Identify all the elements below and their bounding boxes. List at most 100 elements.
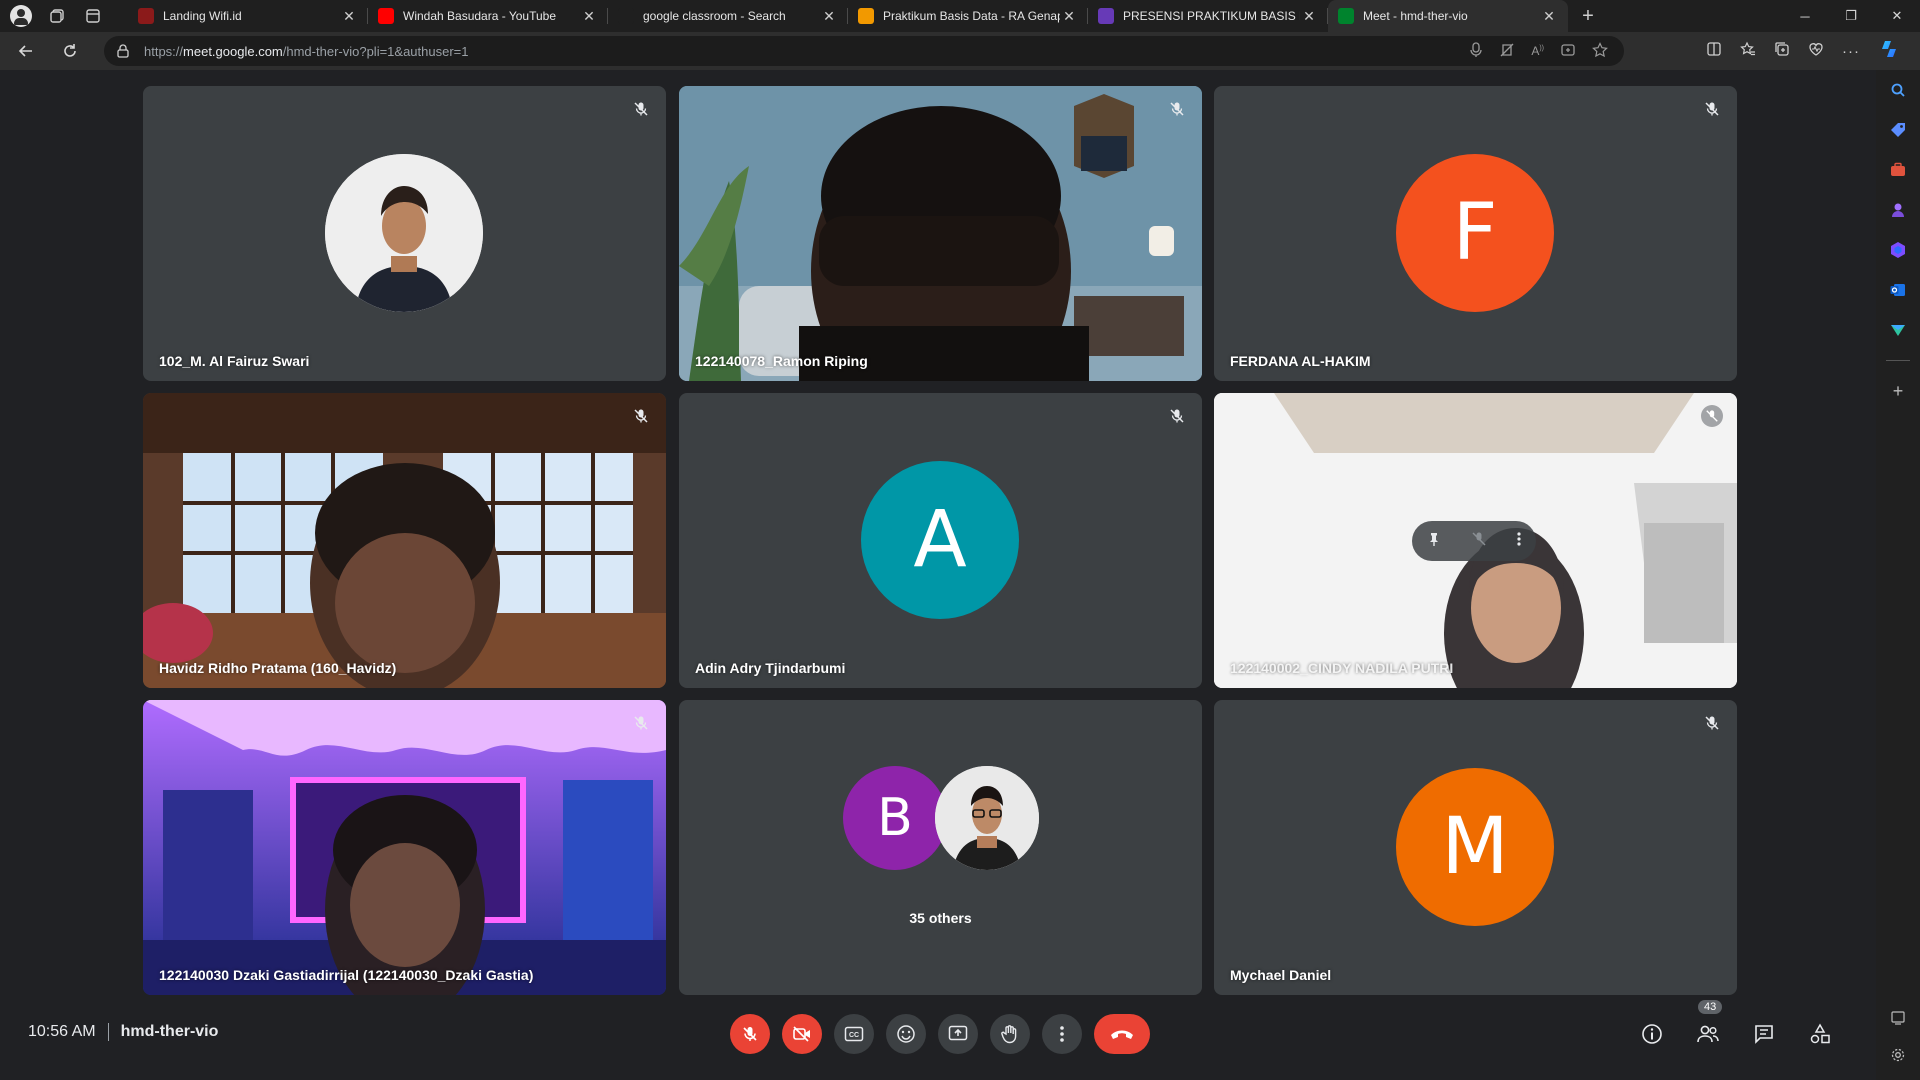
refresh-icon <box>64 44 76 57</box>
more-menu-icon[interactable]: ··· <box>1842 43 1860 60</box>
participant-video-feed <box>679 86 1202 381</box>
browser-tab-2[interactable]: Windah Basudara - YouTube ✕ <box>368 0 608 32</box>
participant-tile-3[interactable]: F FERDANA AL-HAKIM <box>1214 86 1737 381</box>
present-screen-button[interactable] <box>938 1014 978 1054</box>
favorite-star-icon[interactable] <box>1592 41 1608 61</box>
camera-blocked-icon[interactable] <box>1499 42 1515 61</box>
participant-name: Havidz Ridho Pratama (160_Havidz) <box>159 660 397 676</box>
forms-icon <box>1098 8 1114 24</box>
browser-tab-4[interactable]: Praktikum Basis Data - RA Genap ✕ <box>848 0 1088 32</box>
activities-button[interactable] <box>1804 1018 1836 1050</box>
games-icon[interactable] <box>1888 200 1908 220</box>
sidebar-add-icon[interactable]: + <box>1888 381 1908 401</box>
tab-close-icon[interactable]: ✕ <box>580 8 598 25</box>
meeting-info-divider <box>107 1023 109 1041</box>
activities-icon <box>1810 1023 1830 1044</box>
captions-button[interactable]: CC <box>834 1014 874 1054</box>
sidebar-search-icon[interactable] <box>1888 80 1908 100</box>
camera-toggle-button[interactable] <box>782 1014 822 1054</box>
participant-tile-4[interactable]: Havidz Ridho Pratama (160_Havidz) <box>143 393 666 688</box>
browser-tab-1[interactable]: Landing Wifi.id ✕ <box>128 0 368 32</box>
url-prefix: https:// <box>144 43 184 59</box>
refresh-button[interactable] <box>52 36 88 66</box>
outlook-icon[interactable] <box>1888 280 1908 300</box>
tab-list: Landing Wifi.id ✕ Windah Basudara - YouTub… <box>128 0 1568 32</box>
read-aloud-icon[interactable]: A)) <box>1531 44 1544 58</box>
svg-text:CC: CC <box>849 1032 859 1039</box>
sidebar-screenshot-icon[interactable] <box>1890 1010 1906 1029</box>
browser-tab-6[interactable]: Meet - hmd-ther-vio ✕ <box>1328 0 1568 32</box>
participant-tile-5[interactable]: A Adin Adry Tjindarbumi <box>679 393 1202 688</box>
restore-button[interactable]: ❐ <box>1828 0 1874 32</box>
browser-tab-5[interactable]: PRESENSI PRAKTIKUM BASIS DATA✕ <box>1088 0 1328 32</box>
muted-mic-icon <box>1166 405 1188 427</box>
browser-tab-strip: Landing Wifi.id ✕ Windah Basudara - YouTub… <box>0 0 1920 32</box>
tile-hover-controls <box>1412 521 1536 561</box>
tools-briefcase-icon[interactable] <box>1888 160 1908 180</box>
collections-icon[interactable] <box>1774 41 1790 61</box>
participant-photo-avatar <box>325 154 483 312</box>
leave-call-button[interactable] <box>1094 1014 1150 1054</box>
tab-actions-button[interactable] <box>78 2 108 30</box>
tab-close-icon[interactable]: ✕ <box>1300 8 1318 25</box>
info-icon <box>1642 1024 1662 1044</box>
participant-letter-avatar: A <box>861 461 1019 619</box>
tab-title: Meet - hmd-ther-vio <box>1363 9 1468 23</box>
tab-close-icon[interactable]: ✕ <box>1540 8 1558 25</box>
copilot-icon[interactable] <box>1878 38 1900 64</box>
reactions-button[interactable] <box>886 1014 926 1054</box>
browser-essentials-icon[interactable] <box>1808 41 1824 61</box>
back-button[interactable] <box>8 36 44 66</box>
mute-for-everyone-icon[interactable] <box>1471 531 1487 552</box>
tab-close-icon[interactable]: ✕ <box>820 8 838 25</box>
more-options-button[interactable] <box>1042 1014 1082 1054</box>
tab-title: google classroom - Search <box>643 9 786 23</box>
meeting-details-button[interactable] <box>1636 1018 1668 1050</box>
people-icon <box>1697 1025 1719 1043</box>
muted-mic-icon <box>630 712 652 734</box>
people-button[interactable]: 43 <box>1692 1000 1724 1050</box>
participant-name: FERDANA AL-HAKIM <box>1230 353 1371 369</box>
meeting-info: 10:56 AM hmd-ther-vio <box>28 1023 218 1041</box>
workspaces-button[interactable] <box>42 2 72 30</box>
microsoft-365-icon[interactable] <box>1888 240 1908 260</box>
close-window-button[interactable]: ✕ <box>1874 0 1920 32</box>
tab-close-icon[interactable]: ✕ <box>1060 8 1078 25</box>
minimize-button[interactable]: ─ <box>1782 0 1828 32</box>
participant-name: 122140030 Dzaki Gastiadirrijal (12214003… <box>159 967 534 983</box>
participant-tile-2[interactable]: 122140078_Ramon Riping <box>679 86 1202 381</box>
muted-mic-icon <box>1701 405 1723 427</box>
participant-tile-9[interactable]: M Mychael Daniel <box>1214 700 1737 995</box>
lock-icon[interactable] <box>116 44 130 58</box>
more-options-icon[interactable] <box>1516 531 1522 552</box>
new-tab-button[interactable]: + <box>1568 0 1608 32</box>
participant-tile-others[interactable]: B 35 others <box>679 700 1202 995</box>
favorites-icon[interactable] <box>1740 41 1756 61</box>
sidebar-settings-icon[interactable] <box>1890 1047 1906 1066</box>
drop-send-icon[interactable] <box>1888 320 1908 340</box>
participant-name: 122140078_Ramon Riping <box>695 353 868 369</box>
shopping-tag-icon[interactable] <box>1888 120 1908 140</box>
browser-tab-3[interactable]: google classroom - Search ✕ <box>608 0 848 32</box>
participant-video-feed <box>143 393 666 688</box>
pin-icon[interactable] <box>1426 531 1442 552</box>
participant-letter-avatar: M <box>1396 768 1554 926</box>
tab-close-icon[interactable]: ✕ <box>340 8 358 25</box>
app-available-icon[interactable] <box>1560 42 1576 61</box>
split-screen-icon[interactable] <box>1706 41 1722 61</box>
browser-tool-icons: ··· <box>1706 36 1900 66</box>
call-controls: CC <box>730 1014 1150 1054</box>
participant-tile-7[interactable]: 122140030 Dzaki Gastiadirrijal (12214003… <box>143 700 666 995</box>
chat-button[interactable] <box>1748 1018 1780 1050</box>
microphone-toggle-button[interactable] <box>730 1014 770 1054</box>
present-icon <box>948 1025 968 1041</box>
globe-icon <box>138 8 154 24</box>
tab-title: Windah Basudara - YouTube <box>403 9 556 23</box>
profile-button[interactable] <box>6 2 36 30</box>
participant-tile-6[interactable]: 122140002_CINDY NADILA PUTRI <box>1214 393 1737 688</box>
address-bar[interactable]: https://meet.google.com/hmd-ther-vio?pli… <box>104 36 1624 66</box>
microphone-icon[interactable] <box>1469 41 1483 61</box>
participant-tile-1[interactable]: 102_M. Al Fairuz Swari <box>143 86 666 381</box>
raise-hand-button[interactable] <box>990 1014 1030 1054</box>
participant-name: Mychael Daniel <box>1230 967 1332 983</box>
